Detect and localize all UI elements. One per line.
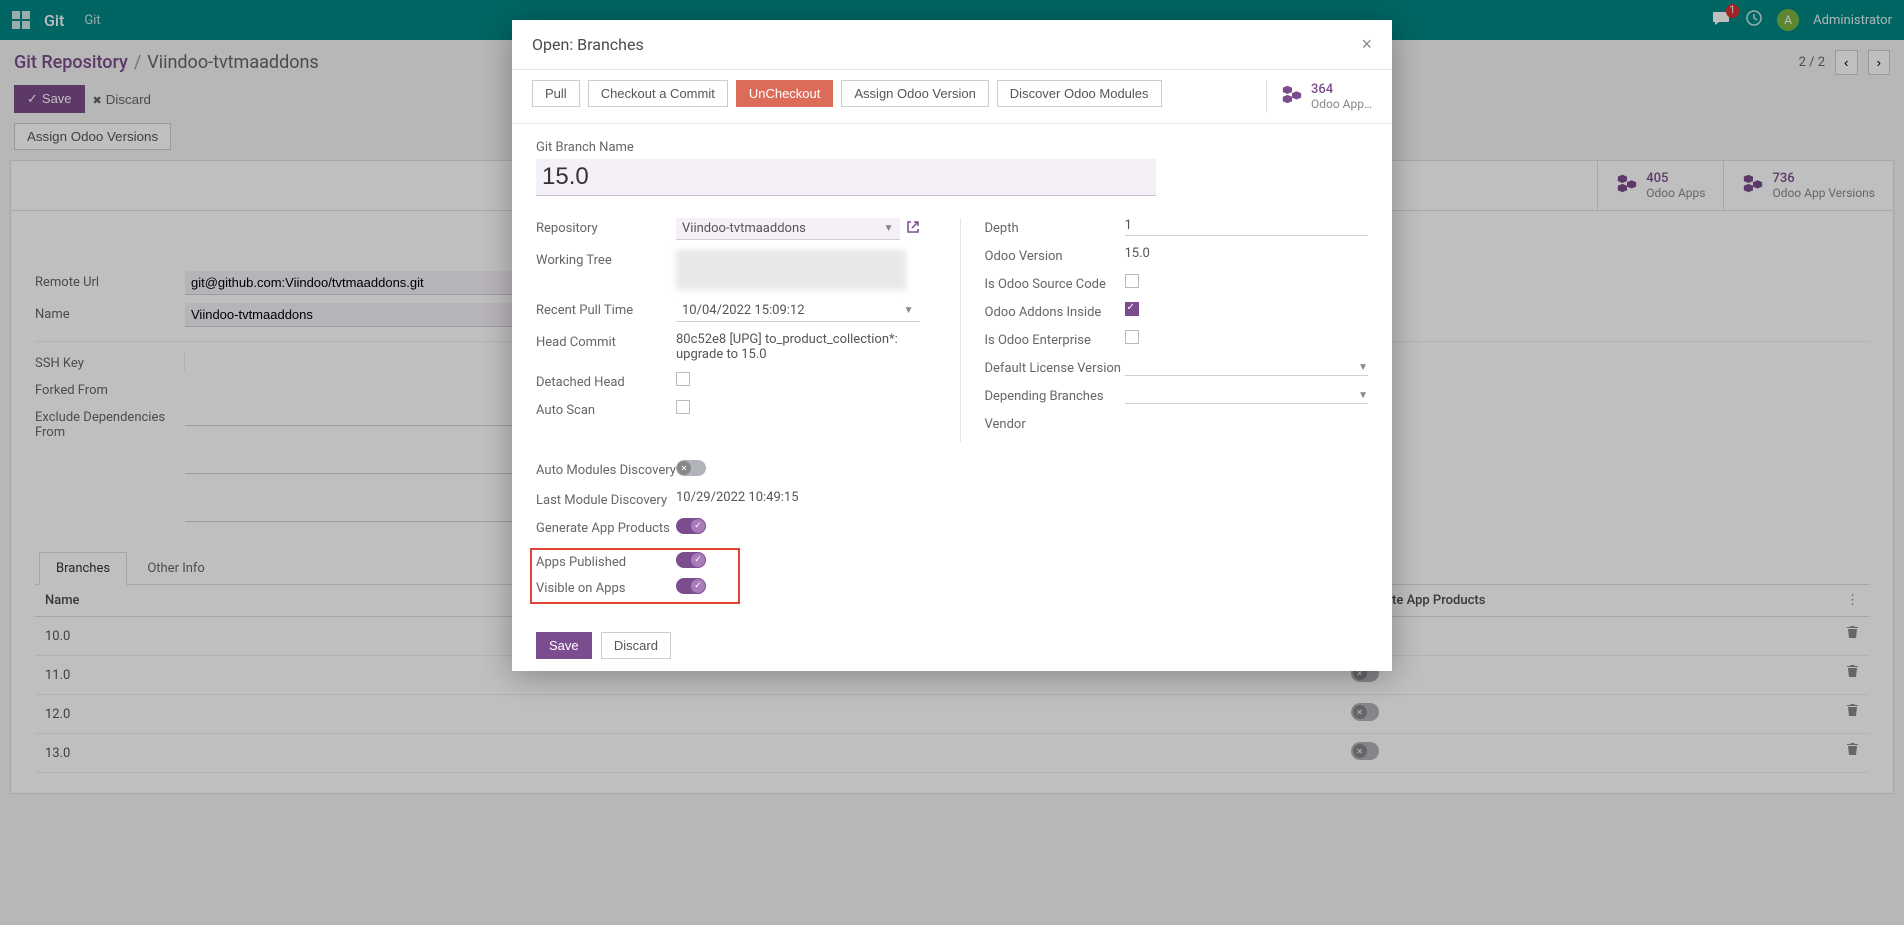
- modal-discard-button[interactable]: Discard: [601, 632, 671, 659]
- modal-toolbar: Pull Checkout a Commit UnCheckout Assign…: [512, 70, 1392, 124]
- modal-columns: Repository Viindoo-tvtmaaddons ▼: [536, 218, 1368, 442]
- is-source-checkbox[interactable]: [1125, 274, 1139, 288]
- modal-header: Open: Branches ×: [512, 20, 1392, 70]
- modal-lower: Auto Modules Discovery Last Module Disco…: [536, 460, 1368, 604]
- generate-label: Generate App Products: [536, 518, 676, 536]
- head-commit-value: 80c52e8 [UPG] to_product_collection*: up…: [676, 332, 920, 362]
- last-discovery-value: 10/29/2022 10:49:15: [676, 490, 936, 505]
- modal-body: Git Branch Name Repository Viindoo-tvtma…: [512, 124, 1392, 620]
- modal-col-left: Repository Viindoo-tvtmaaddons ▼: [536, 218, 920, 442]
- branch-name-input[interactable]: [536, 159, 1156, 196]
- modal-dialog: Open: Branches × Pull Checkout a Commit …: [512, 20, 1392, 671]
- default-license-select[interactable]: ▼: [1125, 358, 1369, 376]
- modal-save-button[interactable]: Save: [536, 632, 592, 659]
- modal-buttons: Pull Checkout a Commit UnCheckout Assign…: [532, 80, 1162, 107]
- detached-checkbox[interactable]: [676, 372, 690, 386]
- vendor-label: Vendor: [985, 414, 1125, 432]
- depth-label: Depth: [985, 218, 1125, 236]
- modal-stat-label: Odoo App…: [1311, 97, 1372, 111]
- addons-inside-checkbox[interactable]: [1125, 302, 1139, 316]
- working-tree-label: Working Tree: [536, 250, 676, 268]
- default-license-label: Default License Version: [985, 358, 1125, 376]
- is-source-label: Is Odoo Source Code: [985, 274, 1125, 292]
- auto-discovery-switch[interactable]: [676, 460, 706, 476]
- repository-value-wrap: Viindoo-tvtmaaddons ▼: [676, 218, 920, 240]
- modal-close-button[interactable]: ×: [1361, 34, 1372, 55]
- addons-inside-label: Odoo Addons Inside: [985, 302, 1125, 320]
- working-tree-blurred: [676, 250, 906, 290]
- visible-switch[interactable]: [676, 578, 706, 594]
- modal-backdrop: Open: Branches × Pull Checkout a Commit …: [0, 0, 1904, 925]
- is-enterprise-checkbox[interactable]: [1125, 330, 1139, 344]
- auto-scan-checkbox[interactable]: [676, 400, 690, 414]
- detached-label: Detached Head: [536, 372, 676, 390]
- pull-button[interactable]: Pull: [532, 80, 580, 107]
- cubes-icon: [1281, 83, 1303, 110]
- depending-select[interactable]: ▼: [1125, 386, 1369, 404]
- repository-label: Repository: [536, 218, 676, 236]
- recent-pull-input[interactable]: 10/04/2022 15:09:12 ▼: [676, 300, 920, 322]
- modal-title: Open: Branches: [532, 35, 644, 54]
- highlight-box: Apps Published Visible on Apps: [530, 548, 740, 604]
- last-discovery-label: Last Module Discovery: [536, 490, 676, 508]
- depending-label: Depending Branches: [985, 386, 1125, 404]
- repository-select[interactable]: Viindoo-tvtmaaddons ▼: [676, 218, 900, 240]
- is-enterprise-label: Is Odoo Enterprise: [985, 330, 1125, 348]
- head-commit-label: Head Commit: [536, 332, 676, 350]
- modal-stat-count: 364: [1311, 82, 1372, 97]
- generate-switch[interactable]: [676, 518, 706, 534]
- depth-value[interactable]: 1: [1125, 218, 1369, 236]
- recent-pull-label: Recent Pull Time: [536, 300, 676, 318]
- published-label: Apps Published: [536, 552, 676, 570]
- modal-col-right: Depth 1 Odoo Version 15.0 Is Odoo Source…: [960, 218, 1369, 442]
- modal-stat-odoo-app[interactable]: 364 Odoo App…: [1266, 80, 1372, 113]
- published-switch[interactable]: [676, 552, 706, 568]
- uncheckout-button[interactable]: UnCheckout: [736, 80, 834, 107]
- branch-name-label: Git Branch Name: [536, 140, 1368, 155]
- visible-label: Visible on Apps: [536, 578, 676, 596]
- modal-footer: Save Discard: [512, 620, 1392, 671]
- checkout-commit-button[interactable]: Checkout a Commit: [588, 80, 728, 107]
- odoo-version-value: 15.0: [1125, 246, 1369, 261]
- auto-scan-label: Auto Scan: [536, 400, 676, 418]
- external-link-icon[interactable]: [906, 220, 920, 238]
- auto-discovery-label: Auto Modules Discovery: [536, 460, 676, 478]
- discover-modules-button[interactable]: Discover Odoo Modules: [997, 80, 1162, 107]
- odoo-version-label: Odoo Version: [985, 246, 1125, 264]
- assign-version-button[interactable]: Assign Odoo Version: [841, 80, 988, 107]
